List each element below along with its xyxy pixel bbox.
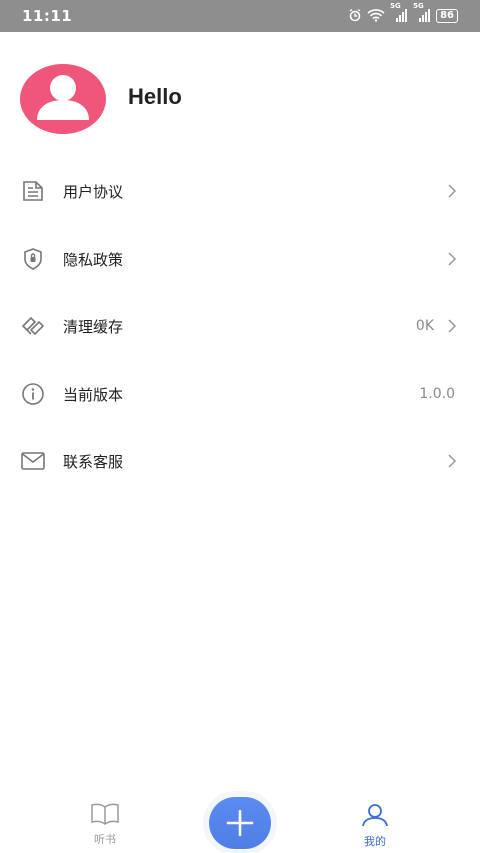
signal-5g-icon: 5G — [413, 2, 431, 26]
cache-size-value: 0K — [415, 318, 434, 334]
menu-item-user-agreement[interactable]: 用户协议 — [0, 157, 480, 225]
status-time: 11:11 — [22, 7, 73, 25]
tab-mine[interactable]: 我的 — [345, 803, 405, 849]
version-value: 1.0.0 — [419, 385, 455, 402]
chevron-right-icon — [446, 318, 458, 334]
chevron-right-icon — [446, 251, 458, 267]
menu-item-label: 清理缓存 — [63, 318, 124, 336]
greeting-text: Hello — [128, 84, 182, 109]
user-icon — [345, 803, 405, 831]
menu-item-label: 当前版本 — [63, 385, 124, 404]
battery-icon: 86 — [436, 9, 458, 23]
status-bar: 11:11 5G 5G 86 — [0, 0, 480, 32]
signal-tag: 5G — [390, 1, 401, 10]
profile-header: Hello — [20, 64, 460, 134]
tab-label: 我的 — [364, 835, 386, 848]
alarm-icon — [348, 7, 362, 26]
tab-label: 听书 — [94, 833, 116, 846]
menu-item-label: 隐私政策 — [63, 250, 124, 269]
document-icon — [20, 178, 46, 204]
chevron-right-icon — [446, 453, 458, 469]
menu-item-label: 用户协议 — [63, 183, 124, 201]
avatar[interactable] — [20, 64, 106, 134]
tab-books[interactable]: 听书 — [75, 803, 135, 847]
add-button[interactable] — [209, 797, 271, 849]
signal-5g-icon: 5G — [390, 2, 408, 26]
wifi-icon — [367, 7, 385, 26]
plus-icon — [226, 809, 254, 837]
shield-icon — [20, 246, 46, 272]
settings-menu: 用户协议 隐私政策 清理缓存 0K 当前版本 1.0.0 联系客服 — [0, 157, 480, 495]
mail-icon — [20, 448, 46, 474]
signal-tag: 5G — [413, 1, 424, 10]
broom-icon — [20, 313, 46, 339]
menu-item-current-version[interactable]: 当前版本 1.0.0 — [0, 360, 480, 428]
status-icons: 5G 5G 86 — [348, 2, 458, 26]
menu-item-privacy-policy[interactable]: 隐私政策 — [0, 225, 480, 293]
user-silhouette-icon — [37, 75, 89, 120]
menu-item-clear-cache[interactable]: 清理缓存 0K — [0, 292, 480, 360]
menu-item-label: 联系客服 — [63, 453, 124, 471]
book-icon — [75, 803, 135, 829]
info-icon — [20, 381, 46, 407]
menu-item-contact-support[interactable]: 联系客服 — [0, 427, 480, 495]
chevron-right-icon — [446, 183, 458, 199]
